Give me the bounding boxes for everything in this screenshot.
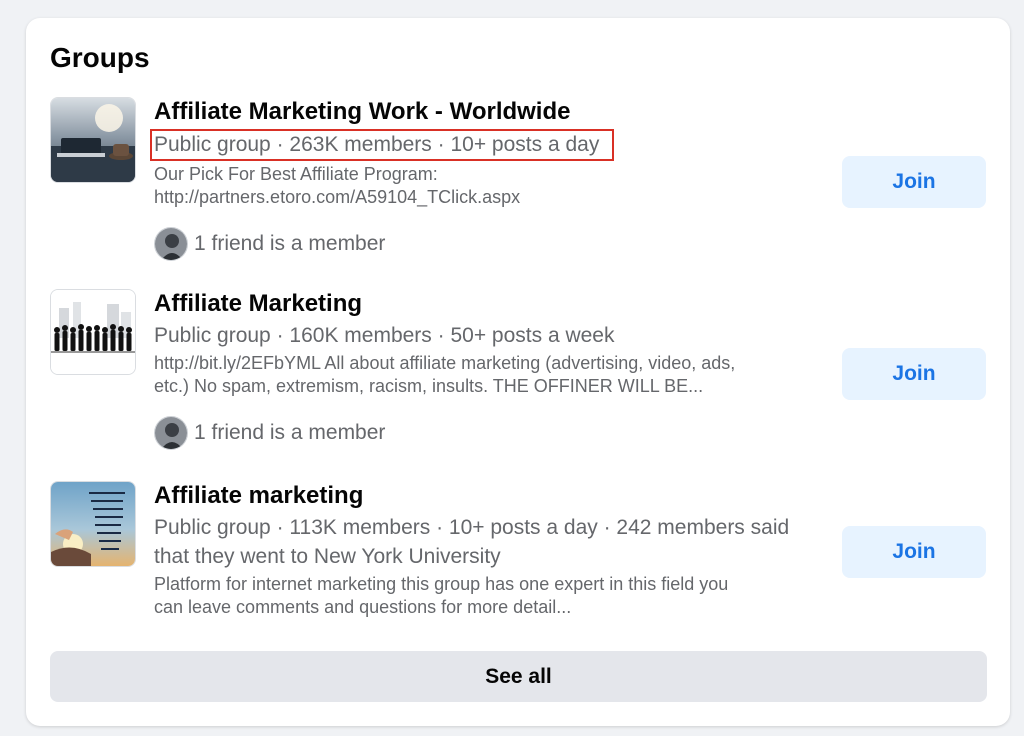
group-meta-line: that they went to New York University	[154, 545, 501, 568]
group-details: Affiliate marketing Public group · 113K …	[154, 481, 824, 619]
group-item: Affiliate Marketing Public group · 160K …	[50, 289, 986, 459]
join-button[interactable]: Join	[842, 156, 986, 208]
group-thumbnail[interactable]	[50, 481, 136, 567]
group-details: Affiliate Marketing Work - Worldwide Pub…	[150, 97, 824, 261]
group-name-link[interactable]: Affiliate marketing	[154, 481, 824, 511]
section-title: Groups	[50, 42, 150, 73]
group-description-line: Our Pick For Best Affiliate Program:	[154, 164, 438, 184]
see-all-button[interactable]: See all	[50, 651, 987, 702]
group-thumbnail[interactable]	[50, 289, 136, 375]
group-meta: Public group · 263K members · 10+ posts …	[150, 129, 615, 161]
group-item: Affiliate marketing Public group · 113K …	[50, 481, 986, 631]
group-description: Our Pick For Best Affiliate Program: htt…	[154, 163, 824, 209]
friend-member-text: 1 friend is a member	[194, 421, 386, 444]
group-description-line: Platform for internet marketing this gro…	[154, 574, 729, 594]
group-description-line: etc.) No spam, extremism, racism, insult…	[154, 376, 704, 396]
group-name-link[interactable]: Affiliate Marketing Work - Worldwide	[154, 97, 824, 127]
groups-card: Groups Affiliate Marketing Work - Worldw…	[26, 18, 1010, 726]
group-description-line: http://bit.ly/2EFbYML All about affiliat…	[154, 353, 736, 373]
group-meta: Public group · 160K members · 50+ posts …	[154, 324, 615, 347]
friend-member-text: 1 friend is a member	[194, 232, 386, 255]
group-item: Affiliate Marketing Work - Worldwide Pub…	[50, 97, 986, 267]
group-description-line: can leave comments and questions for mor…	[154, 597, 572, 617]
friend-avatar[interactable]	[154, 416, 188, 450]
group-thumbnail[interactable]	[50, 97, 136, 183]
group-details: Affiliate Marketing Public group · 160K …	[154, 289, 824, 450]
group-description: http://bit.ly/2EFbYML All about affiliat…	[154, 352, 824, 398]
friend-avatar[interactable]	[154, 227, 188, 261]
group-name-link[interactable]: Affiliate Marketing	[154, 289, 824, 319]
friend-member-row: 1 friend is a member	[154, 416, 824, 450]
join-button[interactable]: Join	[842, 526, 986, 578]
group-description: Platform for internet marketing this gro…	[154, 573, 824, 619]
group-meta-line: Public group · 113K members · 10+ posts …	[154, 516, 790, 539]
group-description-line: http://partners.etoro.com/A59104_TClick.…	[154, 187, 521, 207]
friend-member-row: 1 friend is a member	[154, 227, 824, 261]
join-button[interactable]: Join	[842, 348, 986, 400]
group-meta: Public group · 113K members · 10+ posts …	[154, 513, 824, 571]
